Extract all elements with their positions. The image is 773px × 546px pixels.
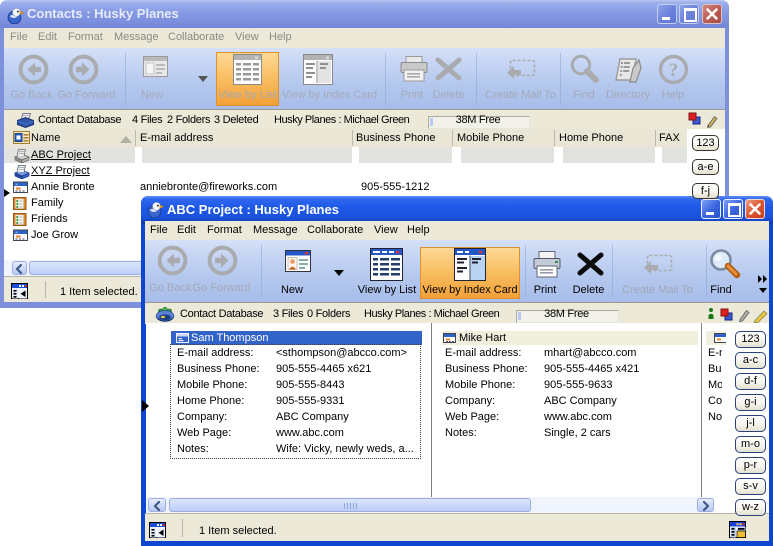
- svg-text:?: ?: [669, 60, 679, 81]
